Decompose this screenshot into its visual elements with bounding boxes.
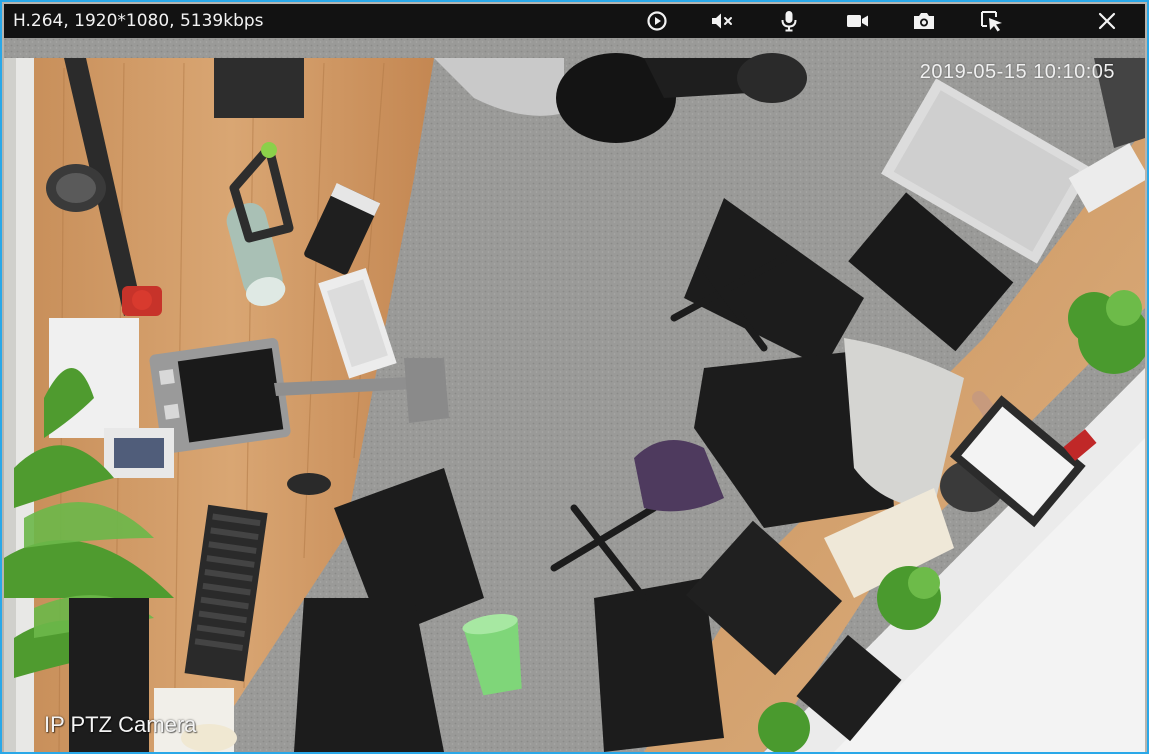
video-toolbar: H.264, 1920*1080, 5139kbps: [4, 4, 1145, 38]
osd-camera-name: IP PTZ Camera: [44, 712, 197, 737]
video-camera-icon: [845, 11, 871, 31]
video-viewer[interactable]: H.264, 1920*1080, 5139kbps 2019-05-15 10…: [0, 0, 1149, 754]
osd-timestamp: 2019-05-15 10:10:05: [919, 61, 1115, 83]
record-button[interactable]: [842, 6, 874, 36]
microphone-icon: [779, 9, 799, 33]
select-region-button[interactable]: [976, 6, 1008, 36]
snapshot-button[interactable]: [908, 6, 940, 36]
speaker-muted-icon: [709, 10, 735, 32]
camera-scene: [4, 38, 1145, 752]
cursor-select-icon: [979, 9, 1005, 33]
stream-info: H.264, 1920*1080, 5139kbps: [13, 11, 264, 31]
mute-button[interactable]: [706, 6, 738, 36]
play-button[interactable]: [641, 6, 673, 36]
close-icon: [1098, 12, 1116, 30]
play-circle-icon: [646, 10, 668, 32]
talk-button[interactable]: [773, 6, 805, 36]
close-button[interactable]: [1091, 6, 1123, 36]
camera-icon: [912, 10, 936, 32]
video-frame[interactable]: 2019-05-15 10:10:05 IP PTZ Camera: [4, 38, 1145, 752]
